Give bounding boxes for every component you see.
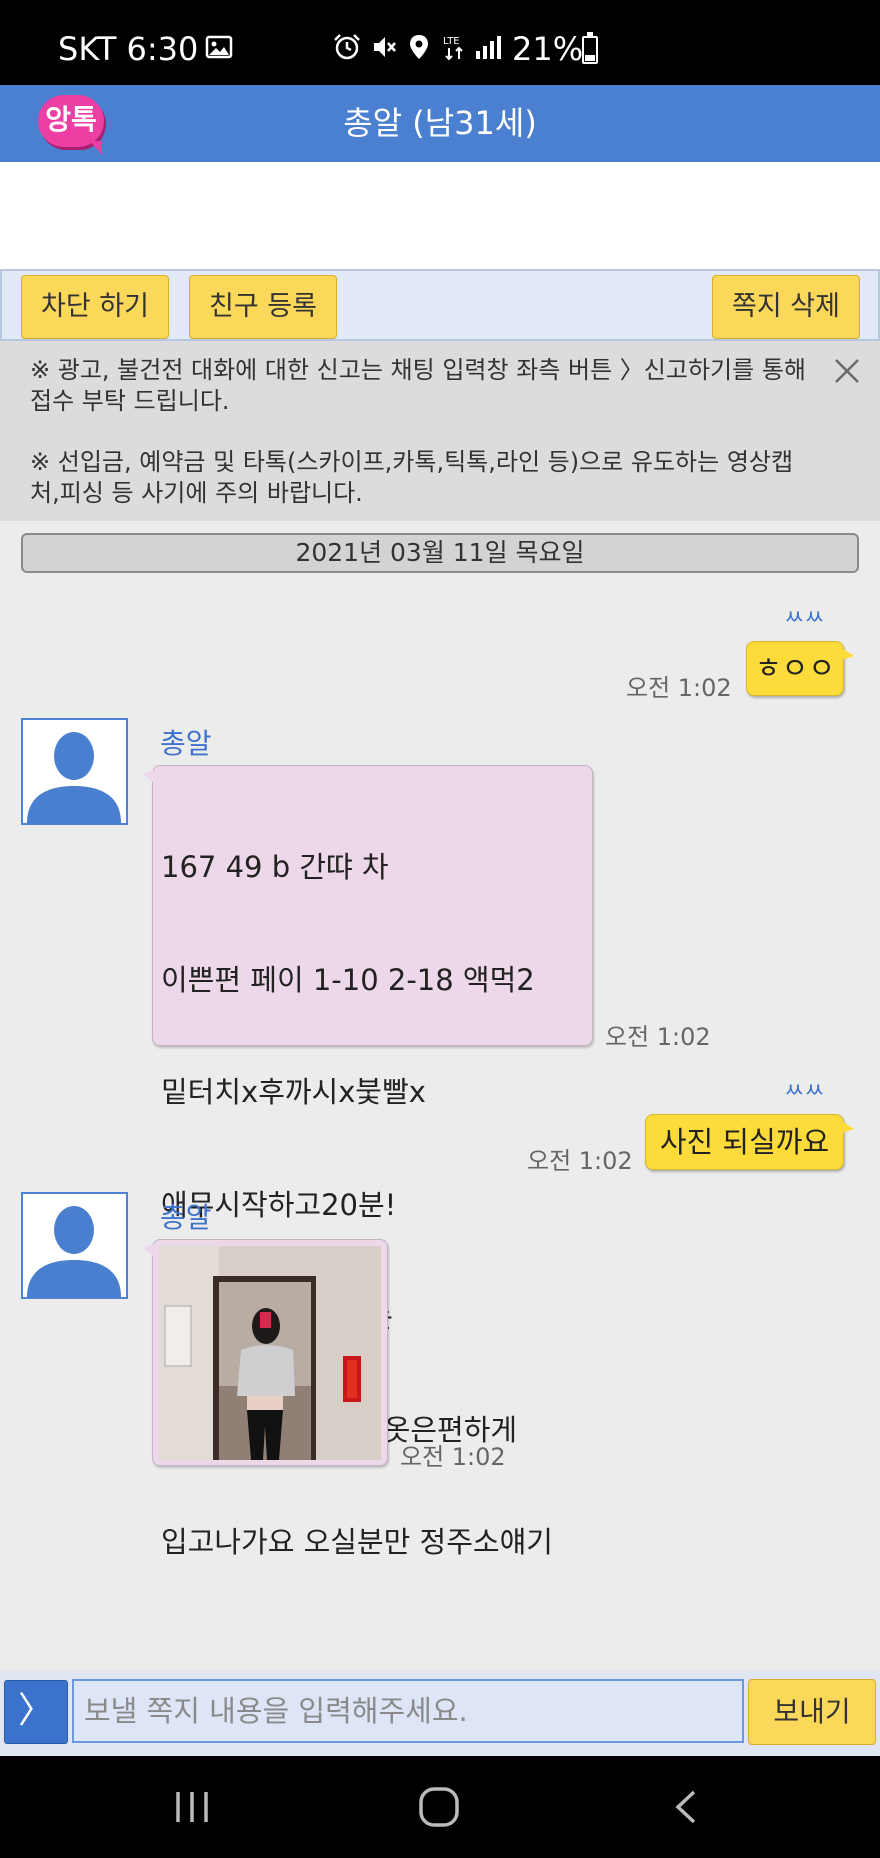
read-status: ㅆㅆ bbox=[784, 606, 825, 631]
status-carrier-time: SKT 6:30 bbox=[58, 30, 198, 68]
block-button[interactable]: 차단 하기 bbox=[21, 275, 169, 339]
avatar[interactable] bbox=[21, 718, 128, 825]
my-message-bubble[interactable]: 사진 되실까요 bbox=[645, 1114, 854, 1170]
app-logo[interactable]: 앙톡 bbox=[38, 95, 104, 155]
home-icon[interactable] bbox=[418, 1786, 460, 1828]
chat-header: 총알 (남31세) 앙톡 bbox=[0, 85, 880, 162]
message-text: 167 49 b 간땨 차 이쁜편 페이 1-10 2-18 액먹2 밑터치x후… bbox=[161, 774, 553, 1637]
date-separator: 2021년 03월 11일 목요일 bbox=[21, 533, 859, 573]
status-carrier: SKT bbox=[58, 30, 117, 68]
alarm-icon bbox=[334, 34, 360, 60]
other-message-bubble[interactable]: 167 49 b 간땨 차 이쁜편 페이 1-10 2-18 액먹2 밑터치x후… bbox=[143, 765, 593, 1559]
message-line: 입고나가요 오실분만 정주소얘기 bbox=[161, 1525, 553, 1559]
signal-icon bbox=[476, 36, 501, 59]
battery-icon bbox=[582, 32, 598, 64]
gallery-icon bbox=[205, 35, 233, 59]
action-bar: 차단 하기 친구 등록 쪽지 삭제 bbox=[0, 269, 880, 341]
sender-name: 총알 bbox=[160, 1201, 212, 1234]
sender-name: 총알 bbox=[160, 727, 212, 760]
my-message-bubble[interactable]: ㅎㅇㅇ bbox=[746, 641, 854, 696]
svg-text:LTE: LTE bbox=[443, 36, 460, 47]
notice-banner: ※ 광고, 불건전 대화에 대한 신고는 채팅 입력창 좌측 버튼 〉신고하기를… bbox=[0, 341, 880, 521]
mute-icon bbox=[374, 37, 396, 57]
message-line: 애무시작하고20분! bbox=[161, 1187, 397, 1222]
ad-banner-area bbox=[0, 162, 880, 269]
delete-message-button[interactable]: 쪽지 삭제 bbox=[712, 275, 860, 339]
message-input-bar: 〉 보내기 bbox=[0, 1671, 880, 1756]
system-nav-bar bbox=[0, 1756, 880, 1858]
back-icon[interactable] bbox=[670, 1788, 700, 1826]
location-icon bbox=[410, 35, 428, 59]
send-button[interactable]: 보내기 bbox=[748, 1679, 876, 1745]
message-time: 오전 1:02 bbox=[626, 674, 732, 702]
avatar[interactable] bbox=[21, 1192, 128, 1299]
add-friend-button[interactable]: 친구 등록 bbox=[189, 275, 337, 339]
default-profile-icon bbox=[27, 1206, 121, 1297]
page-title: 총알 (남31세) bbox=[343, 104, 537, 142]
message-time: 오전 1:02 bbox=[400, 1443, 506, 1471]
battery-percent: 21% bbox=[512, 30, 584, 68]
message-line: 167 49 b 간땨 차 bbox=[161, 850, 389, 884]
default-profile-icon bbox=[27, 732, 121, 823]
other-photo-bubble[interactable] bbox=[143, 1239, 388, 1466]
status-time: 6:30 bbox=[126, 30, 199, 68]
recent-apps-icon[interactable] bbox=[174, 1788, 210, 1826]
read-status: ㅆㅆ bbox=[784, 1079, 825, 1104]
status-bar: SKT 6:30 LTE 21% bbox=[0, 0, 880, 85]
input-menu-button[interactable]: 〉 bbox=[4, 1680, 68, 1744]
message-time: 오전 1:02 bbox=[605, 1023, 711, 1051]
message-line: 이쁜편 페이 1-10 2-18 액먹2 bbox=[161, 962, 535, 997]
lte-icon: LTE bbox=[443, 36, 463, 61]
shared-photo[interactable] bbox=[159, 1246, 381, 1460]
message-input[interactable] bbox=[72, 1679, 744, 1743]
notice-report: ※ 광고, 불건전 대화에 대한 신고는 채팅 입력창 좌측 버튼 〉신고하기를… bbox=[30, 356, 806, 415]
message-time: 오전 1:02 bbox=[527, 1147, 633, 1175]
message-line: 밑터치x후까시x붗빨x bbox=[161, 1075, 426, 1109]
notice-fraud-warning: ※ 선입금, 예약금 및 타톡(스카이프,카톡,틱톡,라인 등)으로 유도하는 … bbox=[30, 448, 794, 507]
close-icon[interactable] bbox=[832, 356, 862, 386]
